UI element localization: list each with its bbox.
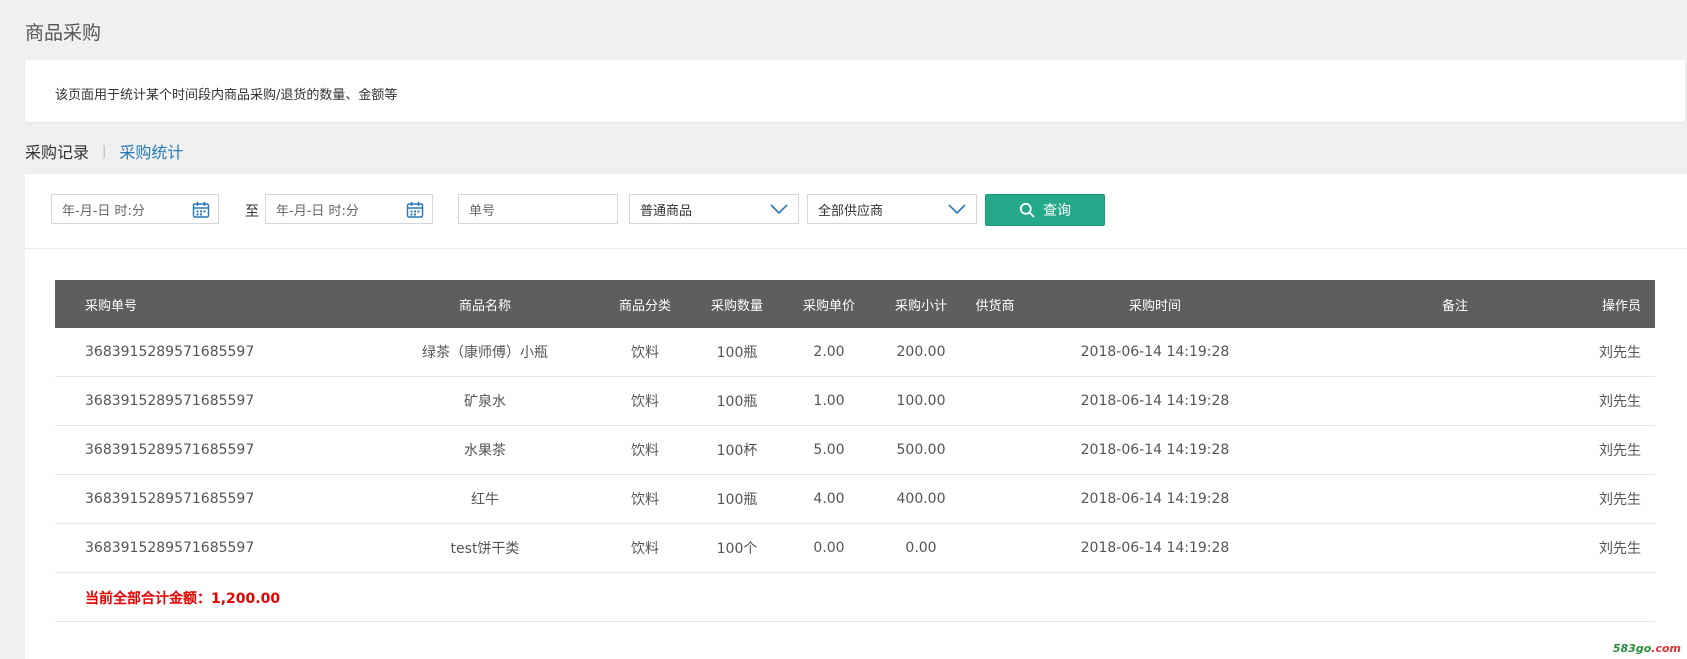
tab-separator: |	[102, 143, 107, 159]
description-card: 该页面用于统计某个时间段内商品采购/退货的数量、金额等	[25, 60, 1685, 122]
table-header: 采购单号 商品名称 商品分类 采购数量 采购单价 采购小计 供货商 采购时间 备…	[55, 280, 1655, 328]
calendar-icon[interactable]	[406, 201, 424, 223]
cell-unit-price: 4.00	[813, 491, 845, 507]
header-product-name: 商品名称	[458, 298, 511, 314]
cell-quantity: 100个	[716, 541, 758, 557]
cell-unit-price: 2.00	[813, 344, 845, 360]
cell-product-name: 水果茶	[464, 443, 506, 459]
table-row: 3683915289571685597 水果茶 饮料 100杯 5.00 500…	[55, 426, 1655, 475]
search-button[interactable]: 查询	[985, 194, 1105, 226]
tab-bar: 采购记录 | 采购统计	[25, 139, 183, 163]
table-row: 3683915289571685597 矿泉水 饮料 100瓶 1.00 100…	[55, 377, 1655, 426]
cell-order-no: 3683915289571685597	[85, 540, 255, 556]
cell-order-no: 3683915289571685597	[85, 491, 255, 507]
calendar-icon[interactable]	[192, 201, 210, 223]
cell-operator: 刘先生	[1599, 443, 1641, 459]
cell-note	[1355, 524, 1555, 572]
cell-category: 饮料	[631, 492, 659, 508]
cell-product-name: test饼干类	[450, 541, 520, 557]
date-range-to-label: 至	[245, 204, 259, 220]
total-amount: 当前全部合计金额：1,200.00	[85, 591, 281, 607]
cell-operator: 刘先生	[1599, 394, 1641, 410]
cell-quantity: 100瓶	[716, 492, 758, 508]
header-quantity: 采购数量	[710, 298, 763, 314]
supplier-value: 全部供应商	[818, 203, 884, 219]
cell-order-no: 3683915289571685597	[85, 442, 255, 458]
cell-operator: 刘先生	[1599, 492, 1641, 508]
site-watermark: 583go.com	[1613, 642, 1681, 655]
end-datetime-placeholder: 年-月-日 时:分	[276, 203, 359, 219]
table-row: 3683915289571685597 绿茶（康师傅）小瓶 饮料 100瓶 2.…	[55, 328, 1655, 377]
cell-category: 饮料	[631, 394, 659, 410]
cell-quantity: 100瓶	[716, 394, 758, 410]
main-panel: 年-月-日 时:分 至 年-月-日 时:分 单号 普通商品 全部供应商 查询 采…	[25, 174, 1687, 659]
page-title: 商品采购	[25, 22, 102, 44]
start-datetime-placeholder: 年-月-日 时:分	[62, 203, 145, 219]
purchase-table: 采购单号 商品名称 商品分类 采购数量 采购单价 采购小计 供货商 采购时间 备…	[55, 280, 1655, 622]
cell-purchase-time: 2018-06-14 14:19:28	[1080, 442, 1230, 458]
cell-operator: 刘先生	[1599, 345, 1641, 361]
header-order-no: 采购单号	[85, 298, 138, 314]
search-button-label: 查询	[1043, 203, 1071, 219]
product-type-select[interactable]: 普通商品	[629, 194, 799, 224]
cell-purchase-time: 2018-06-14 14:19:28	[1080, 344, 1230, 360]
header-note: 备注	[1441, 298, 1468, 314]
cell-purchase-time: 2018-06-14 14:19:28	[1080, 393, 1230, 409]
cell-product-name: 矿泉水	[464, 394, 506, 410]
cell-quantity: 100杯	[716, 443, 758, 459]
cell-note	[1355, 328, 1555, 376]
filter-bar: 年-月-日 时:分 至 年-月-日 时:分 单号 普通商品 全部供应商 查询	[25, 174, 1687, 249]
cell-order-no: 3683915289571685597	[85, 344, 255, 360]
watermark-prefix: 583go	[1612, 642, 1652, 655]
cell-operator: 刘先生	[1599, 541, 1641, 557]
tab-purchase-records[interactable]: 采购记录	[25, 139, 89, 163]
start-datetime-input[interactable]: 年-月-日 时:分	[51, 194, 219, 224]
header-operator: 操作员	[1601, 298, 1641, 314]
table-row: 3683915289571685597 红牛 饮料 100瓶 4.00 400.…	[55, 475, 1655, 524]
cell-unit-price: 0.00	[813, 540, 845, 556]
cell-note	[1355, 377, 1555, 425]
supplier-select[interactable]: 全部供应商	[807, 194, 977, 224]
chevron-down-icon	[948, 202, 966, 220]
cell-category: 饮料	[631, 345, 659, 361]
header-category: 商品分类	[618, 298, 671, 314]
tab-purchase-statistics[interactable]: 采购统计	[119, 139, 183, 163]
cell-note	[1355, 475, 1555, 523]
cell-product-name: 绿茶（康师傅）小瓶	[422, 345, 548, 361]
order-number-input[interactable]: 单号	[458, 194, 618, 224]
cell-unit-price: 1.00	[813, 393, 845, 409]
cell-purchase-time: 2018-06-14 14:19:28	[1080, 540, 1230, 556]
cell-category: 饮料	[631, 443, 659, 459]
cell-category: 饮料	[631, 541, 659, 557]
cell-purchase-time: 2018-06-14 14:19:28	[1080, 491, 1230, 507]
cell-order-no: 3683915289571685597	[85, 393, 255, 409]
cell-quantity: 100瓶	[716, 345, 758, 361]
chevron-down-icon	[770, 202, 788, 220]
search-icon	[1019, 202, 1035, 218]
header-unit-price: 采购单价	[802, 298, 855, 314]
order-number-placeholder: 单号	[469, 203, 496, 219]
header-purchase-time: 采购时间	[1128, 298, 1181, 314]
page-description: 该页面用于统计某个时间段内商品采购/退货的数量、金额等	[55, 88, 398, 103]
watermark-suffix: .com	[1651, 642, 1681, 655]
end-datetime-input[interactable]: 年-月-日 时:分	[265, 194, 433, 224]
cell-product-name: 红牛	[471, 492, 499, 508]
product-type-value: 普通商品	[640, 203, 693, 219]
total-row: 当前全部合计金额：1,200.00	[55, 573, 1655, 622]
cell-unit-price: 5.00	[813, 442, 845, 458]
cell-note	[1355, 426, 1555, 474]
table-row: 3683915289571685597 test饼干类 饮料 100个 0.00…	[55, 524, 1655, 573]
